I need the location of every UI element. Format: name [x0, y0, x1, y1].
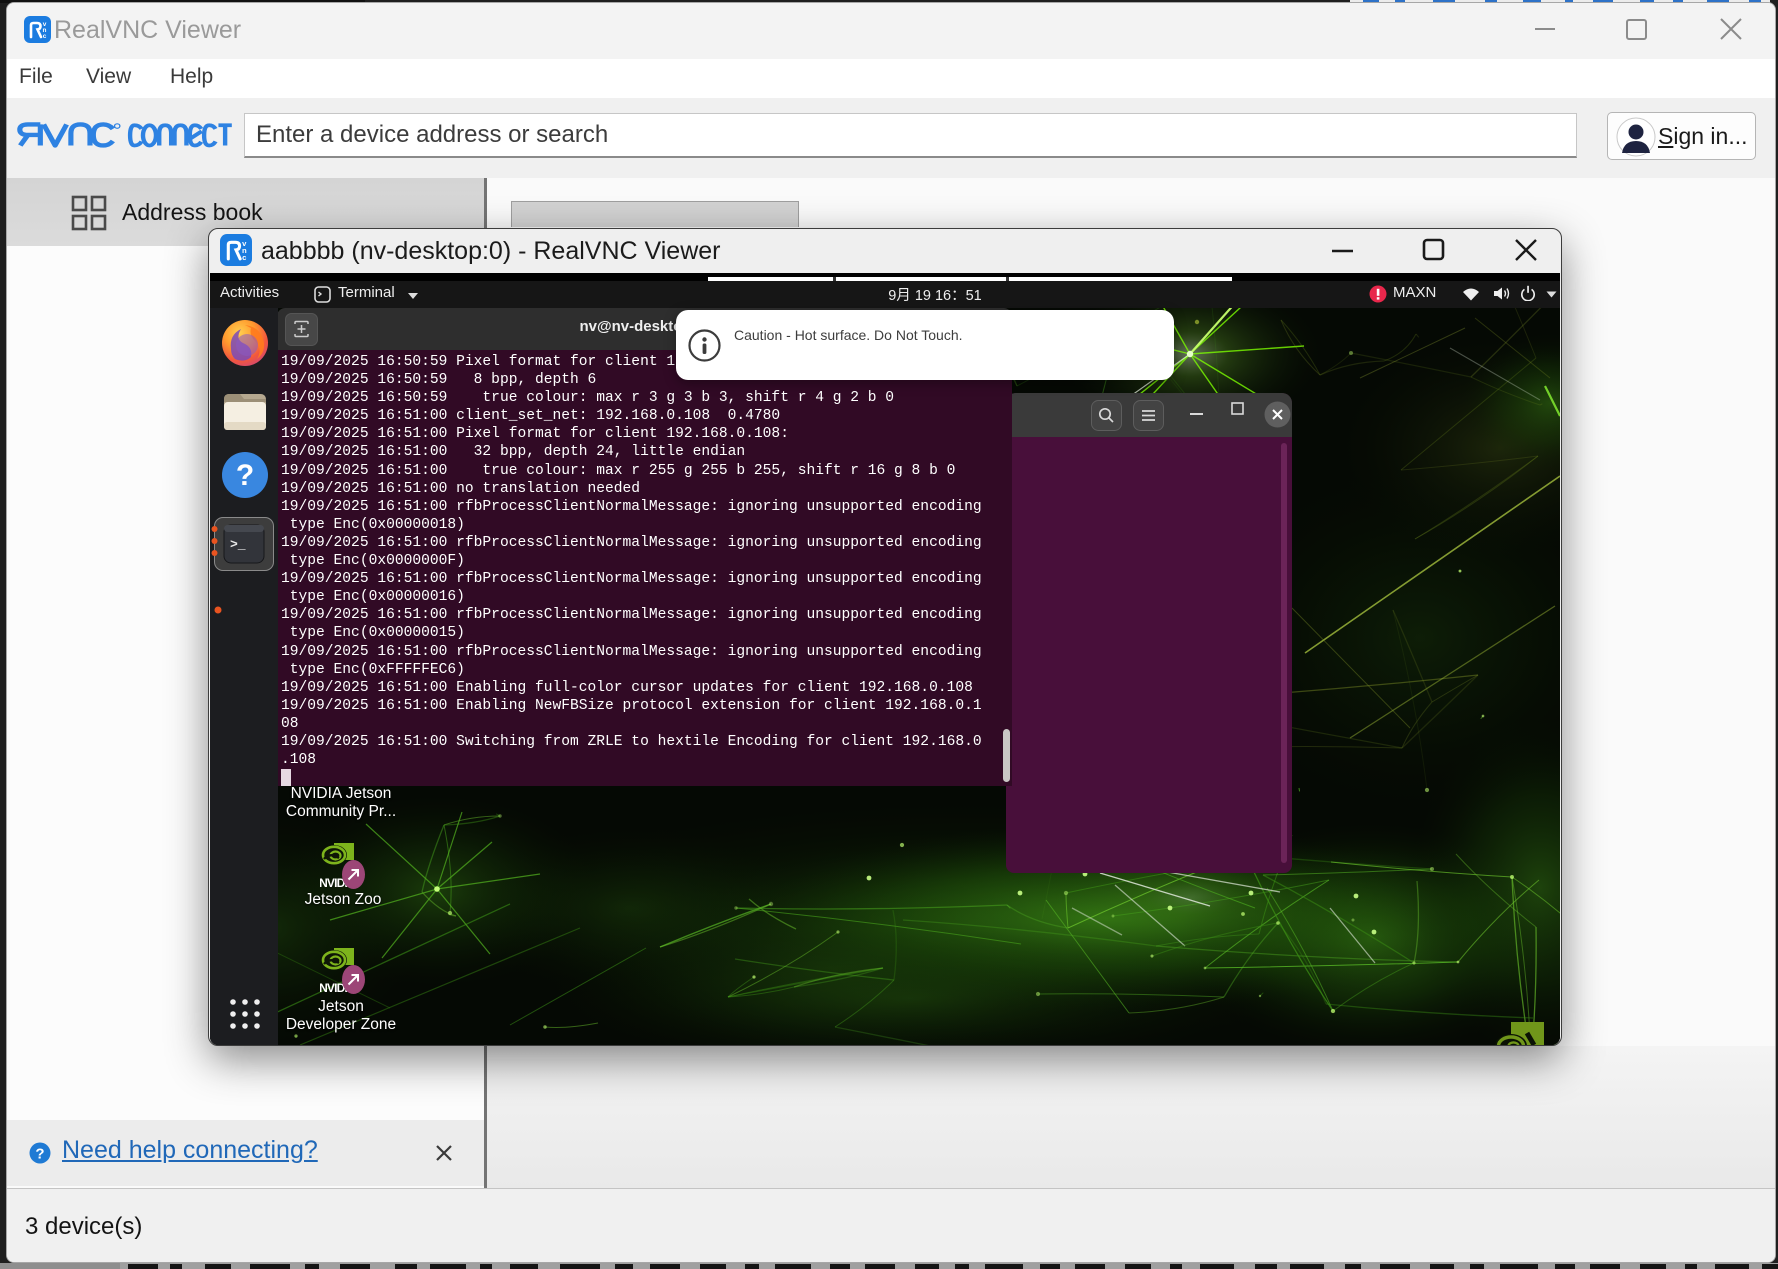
svg-text:c: c: [43, 33, 47, 40]
svg-text:>_: >_: [230, 537, 246, 552]
svg-text:?: ?: [35, 1146, 44, 1163]
svg-text:?: ?: [236, 459, 254, 492]
svg-text:c: c: [242, 253, 247, 262]
